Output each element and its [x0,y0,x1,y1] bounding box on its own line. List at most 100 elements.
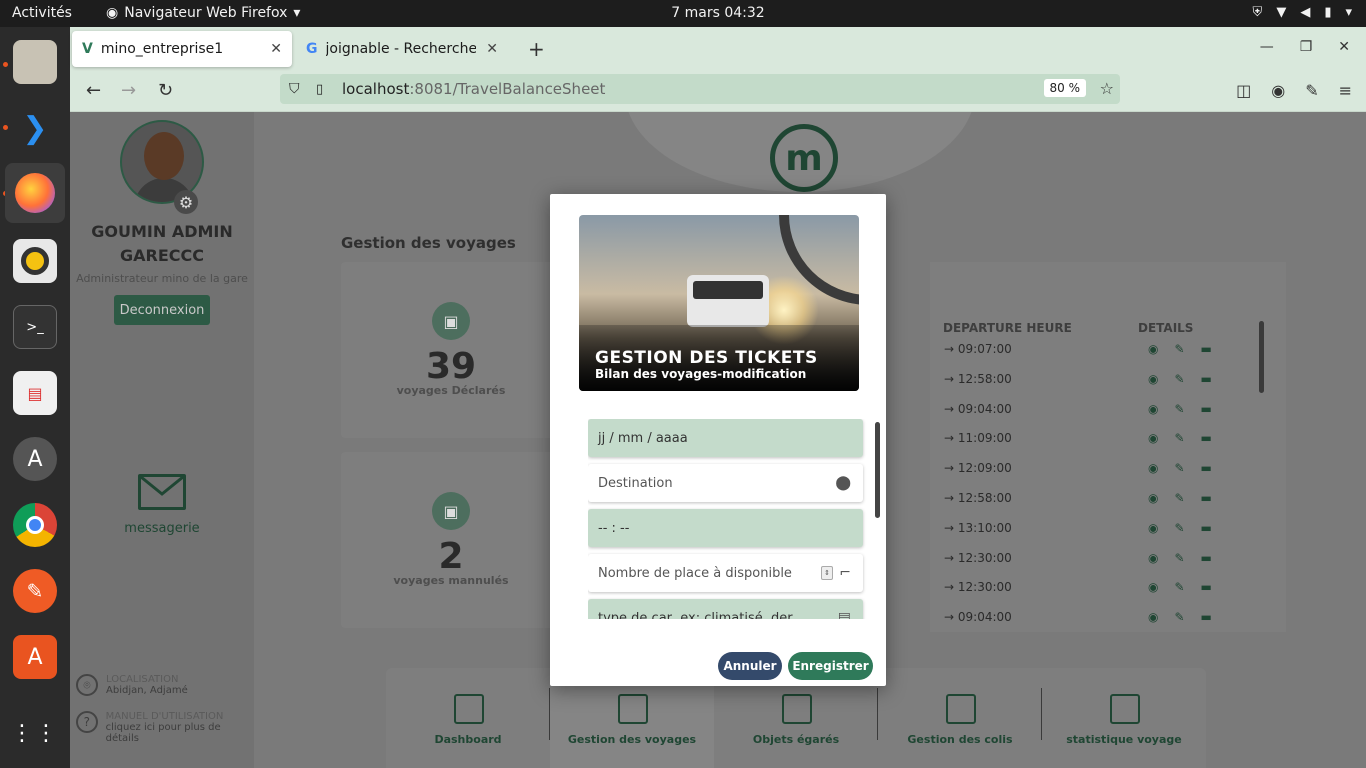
settings-gear-icon[interactable]: ⚙ [174,190,198,214]
voyage-form: jj / mm / aaaa Destination ⬤ -- : -- Nom… [588,419,876,619]
delete-icon[interactable]: ▬ [1201,431,1212,445]
delete-icon[interactable]: ▬ [1201,491,1212,505]
delete-icon[interactable]: ▬ [1201,402,1212,416]
maximize-icon[interactable]: ❐ [1300,39,1313,55]
view-icon[interactable]: ◉ [1148,372,1158,386]
edit-icon[interactable]: ✎ [1174,491,1184,505]
forward-icon[interactable]: → [121,80,136,101]
edit-icon[interactable]: ✎ [1174,521,1184,535]
form-scrollbar[interactable] [875,422,880,518]
table-row: → 12:58:00 ◉ ✎ ▬ [930,491,1260,521]
reload-icon[interactable]: ↻ [158,80,173,101]
delete-icon[interactable]: ▬ [1201,610,1212,624]
chrome-icon[interactable] [13,503,57,547]
close-icon[interactable]: ✕ [486,41,498,57]
nav-statistique[interactable]: statistique voyage [1042,668,1206,768]
car-type-input[interactable]: type de car, ex: climatisé, der ▤ [588,599,863,619]
clock[interactable]: 7 mars 04:32 [0,5,1366,21]
bookmark-star-icon[interactable]: ☆ [1100,79,1114,98]
minimize-icon[interactable]: — [1260,39,1274,55]
edit-icon[interactable]: ✎ [1174,342,1184,356]
extension-icon[interactable]: ✎ [1305,81,1318,100]
zoom-level[interactable]: 80 % [1043,79,1086,97]
edit-icon[interactable]: ✎ [1174,431,1184,445]
view-icon[interactable]: ◉ [1148,580,1158,594]
seat-icon: ⌐ [839,565,851,581]
files-icon[interactable] [13,40,57,84]
software-updater-icon[interactable]: A [13,437,57,481]
nav-dashboard[interactable]: Dashboard [386,668,550,768]
document-viewer-icon[interactable]: ▤ [13,371,57,415]
delete-icon[interactable]: ▬ [1201,342,1212,356]
destination-input[interactable]: Destination ⬤ [588,464,863,502]
logout-button[interactable]: Deconnexion [114,295,210,325]
pocket-icon[interactable]: ◫ [1236,81,1251,100]
table-row: → 09:04:00 ◉ ✎ ▬ [930,402,1260,432]
delete-icon[interactable]: ▬ [1201,461,1212,475]
clipboard-icon: ▤ [837,610,851,619]
view-icon[interactable]: ◉ [1148,402,1158,416]
edit-icon[interactable]: ✎ [1174,461,1184,475]
edit-icon[interactable]: ✎ [1174,402,1184,416]
delete-icon[interactable]: ▬ [1201,551,1212,565]
window-controls: — ❐ ✕ [1260,39,1350,55]
firefox-dock-icon[interactable] [5,163,65,223]
show-apps-icon[interactable]: ⋮⋮ [11,711,57,755]
terminal-icon[interactable]: >_ [13,305,57,349]
rhythmbox-icon[interactable] [13,239,57,283]
new-tab-button[interactable]: + [528,37,545,61]
account-icon[interactable]: ◉ [1271,81,1285,100]
stat-value: 39 [425,346,477,387]
user-manual-link[interactable]: ? MANUEL D'UTILISATION cliquez ici pour … [76,711,254,744]
date-input[interactable]: jj / mm / aaaa [588,419,863,457]
edit-voyage-modal: GESTION DES TICKETS Bilan des voyages-mo… [550,194,886,686]
edit-icon[interactable]: ✎ [1174,610,1184,624]
menu-icon[interactable]: ≡ [1339,81,1352,100]
delete-icon[interactable]: ▬ [1201,580,1212,594]
view-icon[interactable]: ◉ [1148,461,1158,475]
firefox-window: V mino_entreprise1 ✕ G joignable - Reche… [70,27,1366,768]
view-icon[interactable]: ◉ [1148,521,1158,535]
edit-icon[interactable]: ✎ [1174,551,1184,565]
save-button[interactable]: Enregistrer [788,652,873,680]
view-icon[interactable]: ◉ [1148,551,1158,565]
view-icon[interactable]: ◉ [1148,342,1158,356]
edit-icon[interactable]: ✎ [1174,372,1184,386]
postman-icon[interactable]: ✎ [13,569,57,613]
system-tray[interactable]: ⛨ ▼ ◀ ▮ ▾ [1253,5,1352,20]
shield-icon[interactable]: ⛉ [289,81,300,97]
url-bar[interactable]: ⛉ ▯ localhost :8081/TravelBalanceSheet 8… [280,74,1120,104]
statistics-icon [1110,694,1140,724]
app-center-icon[interactable]: A [13,635,57,679]
tab-mino-entreprise[interactable]: V mino_entreprise1 ✕ [72,31,292,67]
time-input[interactable]: -- : -- [588,509,863,547]
view-icon[interactable]: ◉ [1148,491,1158,505]
edit-icon[interactable]: ✎ [1174,580,1184,594]
volume-icon: ◀ [1300,5,1311,20]
delete-icon[interactable]: ▬ [1201,372,1212,386]
nav-gestion-colis[interactable]: Gestion des colis [878,668,1042,768]
view-icon[interactable]: ◉ [1148,610,1158,624]
back-icon[interactable]: ← [86,80,101,101]
delete-icon[interactable]: ▬ [1201,521,1212,535]
stat-label: voyages Déclarés [396,384,506,397]
seats-input[interactable]: Nombre de place à disponible ⇕ ⌐ [588,554,863,592]
voyages-table: DEPARTURE HEURE DETAILS → 09:07:00 ◉ ✎ ▬ → 1… [930,262,1286,632]
cancel-button[interactable]: Annuler [718,652,782,680]
messagerie-link[interactable]: messagerie [70,521,254,536]
mail-icon[interactable] [138,474,186,510]
close-window-icon[interactable]: ✕ [1338,39,1350,55]
table-row: → 13:10:00 ◉ ✎ ▬ [930,521,1260,551]
number-spinner[interactable]: ⇕ [821,566,833,580]
vue-icon: V [82,41,93,57]
view-icon[interactable]: ◉ [1148,431,1158,445]
vscode-icon[interactable]: ❯ [13,106,57,150]
tab-title: mino_entreprise1 [100,41,224,57]
departure-time: → 13:10:00 [944,520,1012,535]
departure-time: → 09:04:00 [944,401,1012,416]
sidebar: ⚙ GOUMIN ADMIN GARECCC Administrateur mi… [70,112,254,768]
tab-google-search[interactable]: G joignable - Recherche Go ✕ [296,31,508,67]
manual-label: MANUEL D'UTILISATION [105,711,224,722]
admin-name: GOUMIN ADMIN GARECCC [91,222,233,265]
close-icon[interactable]: ✕ [270,41,282,57]
